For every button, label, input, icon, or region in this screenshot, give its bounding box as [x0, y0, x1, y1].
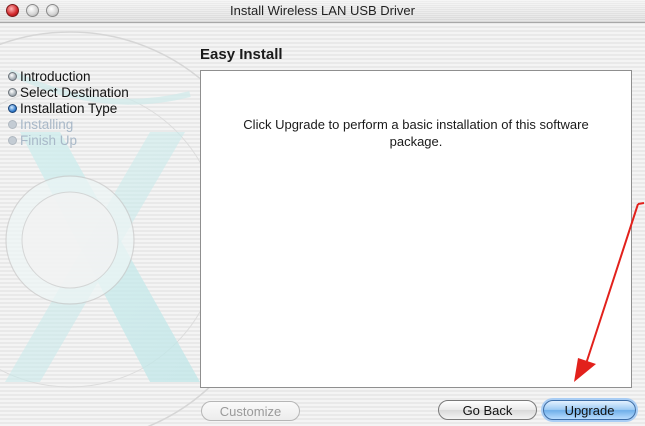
go-back-button[interactable]: Go Back	[438, 400, 537, 420]
step-finish-up: Finish Up	[8, 132, 129, 148]
installer-steps-list: Introduction Select Destination Installa…	[8, 68, 129, 148]
customize-button[interactable]: Customize	[201, 401, 300, 421]
page-heading: Easy Install	[200, 46, 283, 63]
step-label: Installation Type	[20, 100, 118, 116]
step-bullet-icon	[8, 71, 17, 81]
install-message: Click Upgrade to perform a basic install…	[243, 117, 589, 149]
step-bullet-icon	[8, 119, 17, 129]
step-installation-type: Installation Type	[8, 100, 129, 116]
step-select-destination: Select Destination	[8, 84, 129, 100]
content-panel: Click Upgrade to perform a basic install…	[200, 70, 632, 388]
step-installing: Installing	[8, 116, 129, 132]
step-label: Installing	[20, 116, 74, 132]
upgrade-button[interactable]: Upgrade	[543, 400, 636, 420]
installer-window: Install Wireless LAN USB Driver Easy Ins…	[0, 0, 645, 426]
step-bullet-icon	[8, 87, 17, 97]
title-bar: Install Wireless LAN USB Driver	[0, 0, 645, 23]
step-current-bullet-icon	[8, 103, 17, 113]
step-label: Introduction	[20, 68, 91, 84]
step-introduction: Introduction	[8, 68, 129, 84]
window-title: Install Wireless LAN USB Driver	[230, 3, 415, 18]
step-label: Select Destination	[20, 84, 129, 100]
step-bullet-icon	[8, 135, 17, 145]
step-label: Finish Up	[20, 132, 78, 148]
